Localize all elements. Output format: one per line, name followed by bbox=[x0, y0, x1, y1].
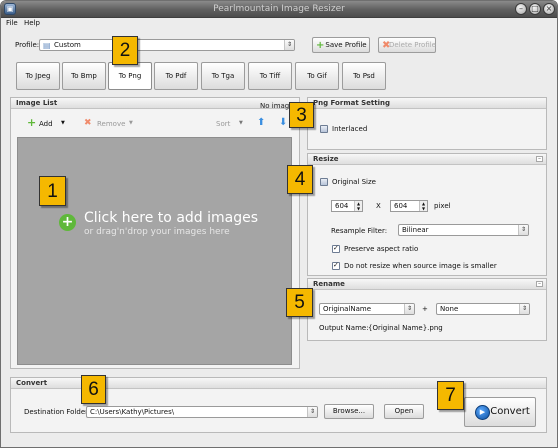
height-value: 604 bbox=[394, 202, 408, 210]
window-title: Pearlmountain Image Resizer bbox=[213, 4, 345, 14]
minimize-icon[interactable]: – bbox=[515, 3, 527, 15]
add-icon: + bbox=[27, 116, 37, 129]
drop-zone-sub-text: or drag'n'drop your images here bbox=[84, 227, 230, 237]
format-button-bmp[interactable]: To Bmp bbox=[62, 62, 106, 90]
destination-folder-value: C:\Users\Kathy\Pictures\ bbox=[90, 408, 175, 416]
save-profile-label: Save Profile bbox=[325, 41, 367, 49]
drop-zone-main-text: Click here to add images bbox=[84, 210, 259, 226]
callout-6: 6 bbox=[81, 375, 106, 404]
callout-2: 2 bbox=[112, 36, 138, 65]
no-upscale-label: Do not resize when source image is small… bbox=[344, 262, 497, 270]
format-button-psd[interactable]: To Psd bbox=[342, 62, 386, 90]
format-setting-title: Png Format Setting bbox=[308, 98, 546, 109]
close-icon[interactable]: × bbox=[543, 3, 555, 15]
original-size-checkbox[interactable] bbox=[320, 178, 328, 186]
chevron-down-icon: ⇕ bbox=[307, 407, 317, 417]
menu-file[interactable]: File bbox=[6, 19, 18, 27]
resize-collapse-icon[interactable]: – bbox=[536, 156, 543, 162]
preserve-aspect-label: Preserve aspect ratio bbox=[344, 245, 419, 253]
image-list-title: Image List bbox=[11, 98, 299, 109]
height-spinner-icon[interactable]: ▲ ▼ bbox=[419, 201, 427, 211]
callout-4: 4 bbox=[287, 165, 313, 194]
rename-pattern-value: OriginalName bbox=[323, 305, 372, 313]
delete-profile-button[interactable]: ✖ Delete Profile bbox=[378, 37, 436, 53]
format-button-tiff[interactable]: To Tiff bbox=[248, 62, 292, 90]
resample-filter-label: Resample Filter: bbox=[331, 227, 388, 235]
callout-3: 3 bbox=[289, 102, 314, 128]
callout-5: 5 bbox=[286, 288, 313, 317]
open-folder-button[interactable]: Open bbox=[384, 404, 424, 419]
resize-title: Resize bbox=[308, 154, 546, 165]
interlaced-checkbox[interactable] bbox=[320, 125, 328, 133]
menu-bar: File Help bbox=[1, 18, 557, 30]
resample-filter-value: Bilinear bbox=[402, 226, 429, 234]
format-button-pdf[interactable]: To Pdf bbox=[154, 62, 198, 90]
original-size-label: Original Size bbox=[332, 178, 376, 186]
delete-x-icon: ✖ bbox=[382, 40, 391, 51]
chevron-down-icon: ⇕ bbox=[519, 304, 529, 314]
menu-help[interactable]: Help bbox=[24, 19, 40, 27]
title-bar: ▣ Pearlmountain Image Resizer – □ × bbox=[1, 1, 557, 18]
plus-label: + bbox=[422, 305, 428, 313]
chevron-down-icon: ⇕ bbox=[284, 40, 294, 50]
rename-pattern-select[interactable]: OriginalName ⇕ bbox=[319, 303, 415, 315]
unit-label: pixel bbox=[434, 202, 451, 210]
no-upscale-checkbox[interactable] bbox=[332, 261, 340, 270]
width-spinner-icon[interactable]: ▲ ▼ bbox=[354, 201, 362, 211]
convert-button[interactable]: ▶ Convert bbox=[464, 397, 536, 427]
rename-suffix-select[interactable]: None ⇕ bbox=[436, 303, 530, 315]
chevron-down-icon: ⇕ bbox=[404, 304, 414, 314]
convert-label: Convert bbox=[490, 406, 530, 417]
add-button[interactable]: Add bbox=[39, 120, 53, 128]
chevron-down-icon: ⇕ bbox=[518, 225, 528, 235]
resample-filter-select[interactable]: Bilinear ⇕ bbox=[398, 224, 529, 236]
move-down-icon[interactable]: ⬇ bbox=[279, 118, 287, 128]
format-button-tga[interactable]: To Tga bbox=[201, 62, 245, 90]
remove-dropdown-icon[interactable]: ▼ bbox=[129, 120, 133, 126]
callout-1: 1 bbox=[39, 176, 66, 206]
add-image-icon[interactable]: + bbox=[59, 214, 76, 231]
resize-panel: Resize – Original Size 604 ▲ ▼ X 604 ▲ ▼ pix… bbox=[307, 153, 547, 276]
add-dropdown-icon[interactable]: ▼ bbox=[61, 120, 65, 126]
destination-folder-select[interactable]: C:\Users\Kathy\Pictures\ ⇕ bbox=[86, 406, 318, 418]
maximize-icon[interactable]: □ bbox=[529, 3, 541, 15]
sort-button[interactable]: Sort bbox=[216, 120, 230, 128]
remove-icon: ✖ bbox=[84, 118, 92, 128]
delete-profile-label: Delete Profile bbox=[389, 41, 436, 49]
dimension-separator: X bbox=[376, 202, 381, 210]
play-icon: ▶ bbox=[475, 405, 490, 420]
format-setting-panel: Png Format Setting Interlaced bbox=[307, 97, 547, 150]
move-up-icon[interactable]: ⬆ bbox=[257, 118, 265, 128]
height-input[interactable]: 604 ▲ ▼ bbox=[390, 200, 428, 212]
profile-label: Profile: bbox=[15, 41, 40, 49]
profile-value: Custom bbox=[54, 41, 81, 49]
preserve-aspect-checkbox[interactable] bbox=[332, 244, 340, 253]
callout-7: 7 bbox=[437, 381, 464, 410]
format-button-png[interactable]: To Png bbox=[108, 62, 152, 90]
browse-button[interactable]: Browse... bbox=[324, 404, 374, 419]
rename-collapse-icon[interactable]: – bbox=[536, 281, 543, 287]
app-window: ▣ Pearlmountain Image Resizer – □ × File… bbox=[0, 0, 558, 448]
width-value: 604 bbox=[335, 202, 349, 210]
interlaced-label: Interlaced bbox=[332, 125, 368, 133]
plus-icon: + bbox=[316, 40, 325, 51]
rename-title: Rename bbox=[308, 279, 546, 290]
format-button-jpeg[interactable]: To Jpeg bbox=[16, 62, 60, 90]
profile-select[interactable]: ▤ Custom ⇕ bbox=[39, 39, 295, 51]
output-name-value: {Original Name}.png bbox=[368, 324, 443, 332]
remove-button[interactable]: Remove bbox=[97, 120, 125, 128]
rename-panel: Rename – OriginalName ⇕ + None ⇕ Output Na… bbox=[307, 278, 547, 341]
profile-doc-icon: ▤ bbox=[43, 41, 51, 50]
output-name-label: Output Name: bbox=[319, 324, 369, 332]
format-button-gif[interactable]: To Gif bbox=[295, 62, 339, 90]
save-profile-button[interactable]: + Save Profile bbox=[312, 37, 370, 53]
sort-dropdown-icon[interactable]: ▼ bbox=[239, 120, 243, 126]
destination-folder-label: Destination Folder: bbox=[24, 408, 91, 416]
image-drop-zone[interactable]: + Click here to add images or drag'n'dro… bbox=[17, 137, 292, 365]
width-input[interactable]: 604 ▲ ▼ bbox=[331, 200, 363, 212]
rename-suffix-value: None bbox=[440, 305, 459, 313]
